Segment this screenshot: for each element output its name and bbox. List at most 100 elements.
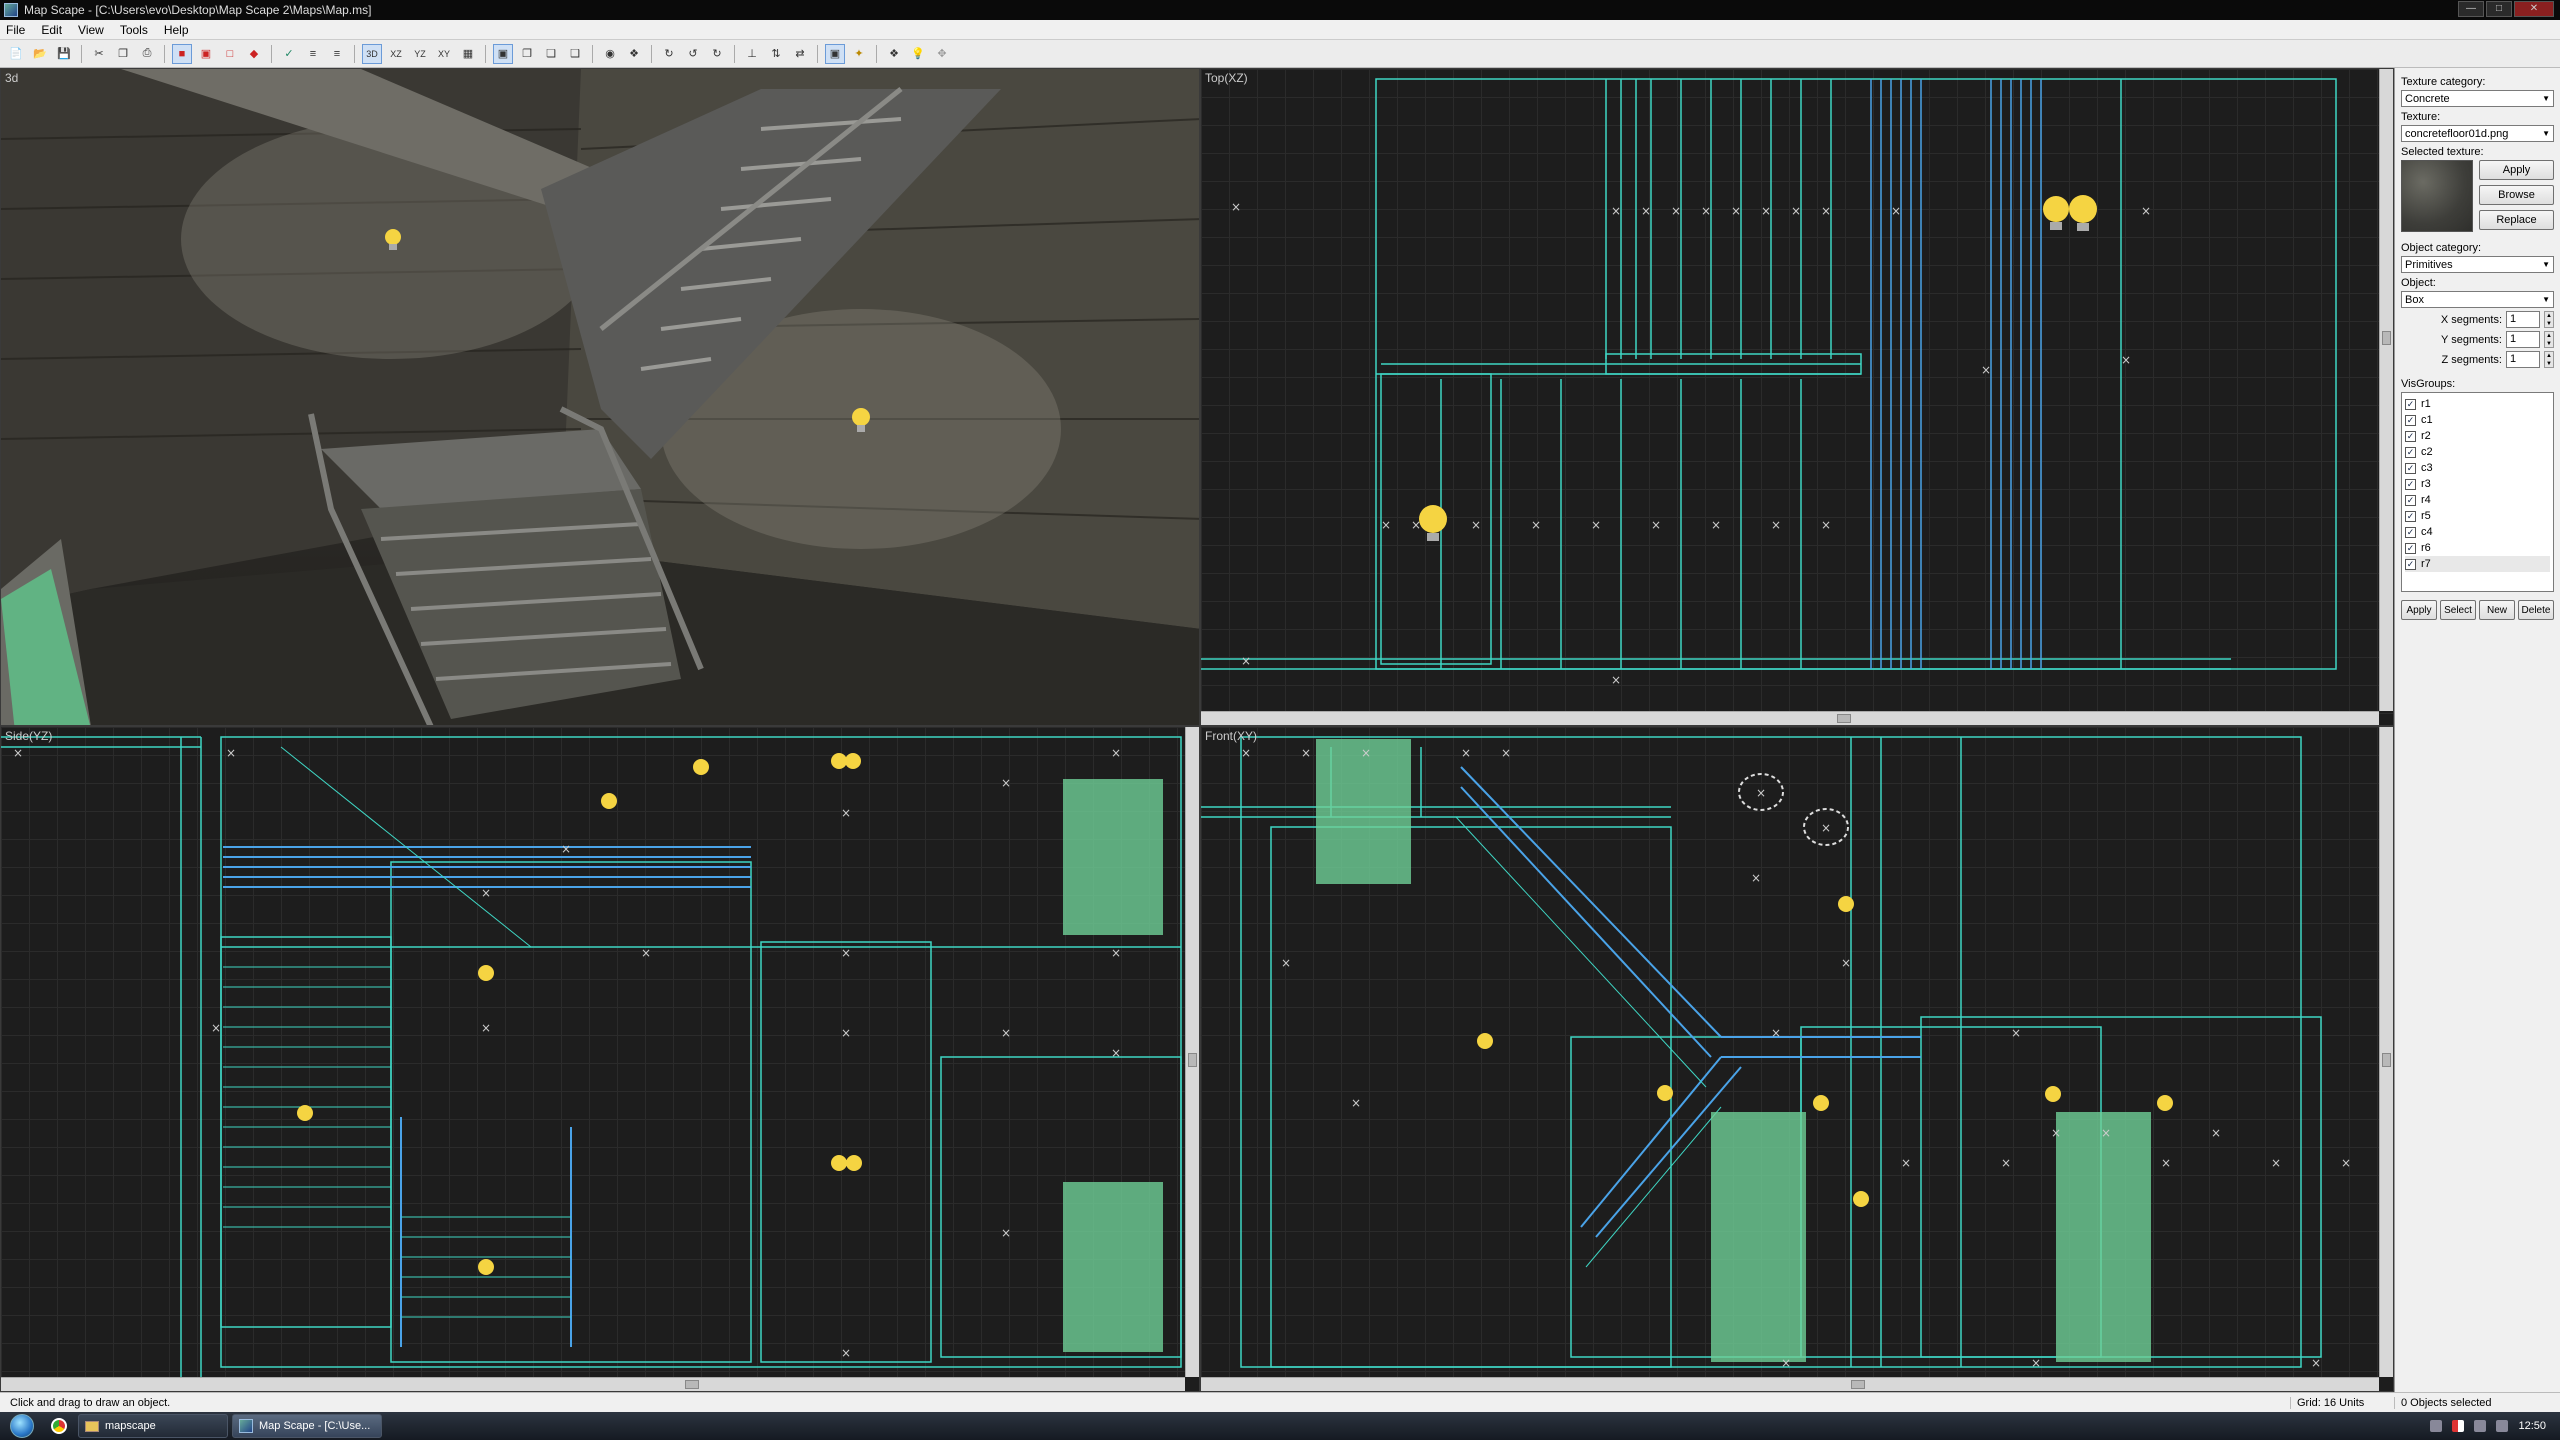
clip-icon[interactable]: ❖ bbox=[624, 44, 644, 64]
chevron-up-icon[interactable] bbox=[2430, 1420, 2443, 1432]
checkbox[interactable]: ✓ bbox=[2405, 542, 2416, 554]
visgroup-new-button[interactable]: New bbox=[2479, 600, 2515, 620]
check-icon[interactable]: ✓ bbox=[279, 44, 299, 64]
x-segments-spinner[interactable]: ▲ ▼ bbox=[2544, 311, 2554, 328]
new-icon[interactable]: 📄 bbox=[6, 44, 26, 64]
checkbox[interactable]: ✓ bbox=[2405, 526, 2416, 538]
checkbox[interactable]: ✓ bbox=[2405, 510, 2416, 522]
menu-tools[interactable]: Tools bbox=[120, 23, 148, 37]
menu-view[interactable]: View bbox=[78, 23, 104, 37]
taskbar-item-map-scape[interactable]: Map Scape - [C:\Use... bbox=[232, 1414, 382, 1438]
menu-edit[interactable]: Edit bbox=[41, 23, 62, 37]
light-icon[interactable]: 💡 bbox=[908, 44, 928, 64]
visgroup-item[interactable]: ✓ r2 bbox=[2405, 428, 2550, 444]
viewport-front-xy[interactable]: × × × × × × × × × × × × × × × × × × × × × × × × Front(XY… bbox=[1200, 726, 2394, 1392]
title-bar[interactable]: Map Scape - [C:\Users\evo\Desktop\Map Sc… bbox=[0, 0, 2560, 20]
vertical-scrollbar[interactable] bbox=[2379, 69, 2393, 711]
rotate-ccw-icon[interactable]: ↺ bbox=[683, 44, 703, 64]
viewport-side-yz[interactable]: × × × × × × × × × × × × × × × × × Side(YZ) bbox=[0, 726, 1200, 1392]
view-xz-button[interactable]: XZ bbox=[386, 44, 406, 64]
cut-icon[interactable]: ✂ bbox=[89, 44, 109, 64]
checkbox[interactable]: ✓ bbox=[2405, 462, 2416, 474]
clock[interactable]: 12:50 bbox=[2518, 1420, 2546, 1432]
menu-file[interactable]: File bbox=[6, 23, 25, 37]
minimize-button[interactable]: — bbox=[2458, 1, 2484, 17]
save-icon[interactable]: 💾 bbox=[54, 44, 74, 64]
vertical-scrollbar[interactable] bbox=[1185, 727, 1199, 1377]
visgroup-item[interactable]: ✓ r6 bbox=[2405, 540, 2550, 556]
visgroup-select-button[interactable]: Select bbox=[2440, 600, 2476, 620]
texture-apply-button[interactable]: Apply bbox=[2479, 160, 2554, 180]
horizontal-scrollbar[interactable] bbox=[1201, 711, 2379, 725]
viewport-top-xz[interactable]: ××× ××× ××× ××× ××× ××× ××× ××× × Top(XZ… bbox=[1200, 68, 2394, 726]
y-segments-spinner[interactable]: ▲ ▼ bbox=[2544, 331, 2554, 348]
visgroup-delete-button[interactable]: Delete bbox=[2518, 600, 2554, 620]
checkbox[interactable]: ✓ bbox=[2405, 558, 2416, 570]
chrome-pinned[interactable] bbox=[44, 1414, 74, 1438]
visgroups-list[interactable]: ✓ r1 ✓ c1 ✓ r2 ✓ c2 ✓ c3 ✓ r3 ✓ r4 ✓ r5 ✓ c4 ✓ r6 … bbox=[2401, 392, 2554, 592]
visgroup-item[interactable]: ✓ r5 bbox=[2405, 508, 2550, 524]
scroll-thumb[interactable] bbox=[685, 1380, 699, 1389]
visgroup-item[interactable]: ✓ c3 bbox=[2405, 460, 2550, 476]
taskbar-item-mapscape-folder[interactable]: mapscape bbox=[78, 1414, 228, 1438]
checkbox[interactable]: ✓ bbox=[2405, 446, 2416, 458]
texture-category-select[interactable]: Concrete ▼ bbox=[2401, 90, 2554, 107]
flip-y-icon[interactable]: ⇅ bbox=[766, 44, 786, 64]
vertex-icon[interactable]: ◉ bbox=[600, 44, 620, 64]
paste-icon[interactable]: ⎙ bbox=[137, 44, 157, 64]
object-category-select[interactable]: Primitives ▼ bbox=[2401, 256, 2554, 273]
brush-tool-icon[interactable]: ■ bbox=[172, 43, 192, 64]
checkbox[interactable]: ✓ bbox=[2405, 430, 2416, 442]
texture-select[interactable]: concretefloor01d.png ▼ bbox=[2401, 125, 2554, 142]
align-right-icon[interactable]: ≡ bbox=[327, 44, 347, 64]
checkbox[interactable]: ✓ bbox=[2405, 494, 2416, 506]
copy-icon[interactable]: ❐ bbox=[113, 44, 133, 64]
start-button[interactable] bbox=[0, 1412, 44, 1440]
x-segments-input[interactable]: 1 bbox=[2506, 311, 2540, 328]
flag-icon[interactable] bbox=[2452, 1420, 2465, 1432]
texture-replace-button[interactable]: Replace bbox=[2479, 210, 2554, 230]
scroll-thumb[interactable] bbox=[1837, 714, 1851, 723]
wand-icon[interactable]: ✦ bbox=[849, 44, 869, 64]
open-icon[interactable]: 📂 bbox=[30, 44, 50, 64]
network-icon[interactable] bbox=[2474, 1420, 2487, 1432]
visgroup-item[interactable]: ✓ r7 bbox=[2405, 556, 2550, 572]
visgroup-item[interactable]: ✓ r4 bbox=[2405, 492, 2550, 508]
view-3d-button[interactable]: 3D bbox=[362, 43, 382, 64]
brush-subtract-icon[interactable]: ▣ bbox=[196, 44, 216, 64]
scroll-thumb[interactable] bbox=[1188, 1053, 1197, 1067]
menu-help[interactable]: Help bbox=[164, 23, 189, 37]
scroll-thumb[interactable] bbox=[2382, 331, 2391, 345]
box-merge-icon[interactable]: ❑ bbox=[565, 44, 585, 64]
visgroup-item[interactable]: ✓ c1 bbox=[2405, 412, 2550, 428]
scroll-thumb[interactable] bbox=[2382, 1053, 2391, 1067]
z-segments-spinner[interactable]: ▲ ▼ bbox=[2544, 351, 2554, 368]
checkbox[interactable]: ✓ bbox=[2405, 398, 2416, 410]
visgroup-item[interactable]: ✓ c4 bbox=[2405, 524, 2550, 540]
select-mode-icon[interactable]: ▣ bbox=[825, 43, 845, 64]
visgroup-item[interactable]: ✓ r1 bbox=[2405, 396, 2550, 412]
object-select[interactable]: Box ▼ bbox=[2401, 291, 2554, 308]
close-button[interactable]: ✕ bbox=[2514, 1, 2554, 17]
entity-icon[interactable]: ✥ bbox=[932, 44, 952, 64]
horizontal-scrollbar[interactable] bbox=[1201, 1377, 2379, 1391]
rotate-x-icon[interactable]: ↻ bbox=[707, 44, 727, 64]
visgroup-item[interactable]: ✓ c2 bbox=[2405, 444, 2550, 460]
scroll-thumb[interactable] bbox=[1851, 1380, 1865, 1389]
view-yz-button[interactable]: YZ bbox=[410, 44, 430, 64]
visgroup-item[interactable]: ✓ r3 bbox=[2405, 476, 2550, 492]
texture-browse-button[interactable]: Browse bbox=[2479, 185, 2554, 205]
horizontal-scrollbar[interactable] bbox=[1, 1377, 1185, 1391]
box-select-icon[interactable]: ▣ bbox=[493, 43, 513, 64]
flip-x-icon[interactable]: ⇄ bbox=[790, 44, 810, 64]
checkbox[interactable]: ✓ bbox=[2405, 414, 2416, 426]
brush-hollow-icon[interactable]: □ bbox=[220, 44, 240, 64]
volume-icon[interactable] bbox=[2496, 1420, 2509, 1432]
y-segments-input[interactable]: 1 bbox=[2506, 331, 2540, 348]
visgroup-apply-button[interactable]: Apply bbox=[2401, 600, 2437, 620]
brush-carve-icon[interactable]: ◆ bbox=[244, 44, 264, 64]
flip-down-icon[interactable]: ⊥ bbox=[742, 44, 762, 64]
vertical-scrollbar[interactable] bbox=[2379, 727, 2393, 1377]
view-xy-button[interactable]: XY bbox=[434, 44, 454, 64]
checkbox[interactable]: ✓ bbox=[2405, 478, 2416, 490]
